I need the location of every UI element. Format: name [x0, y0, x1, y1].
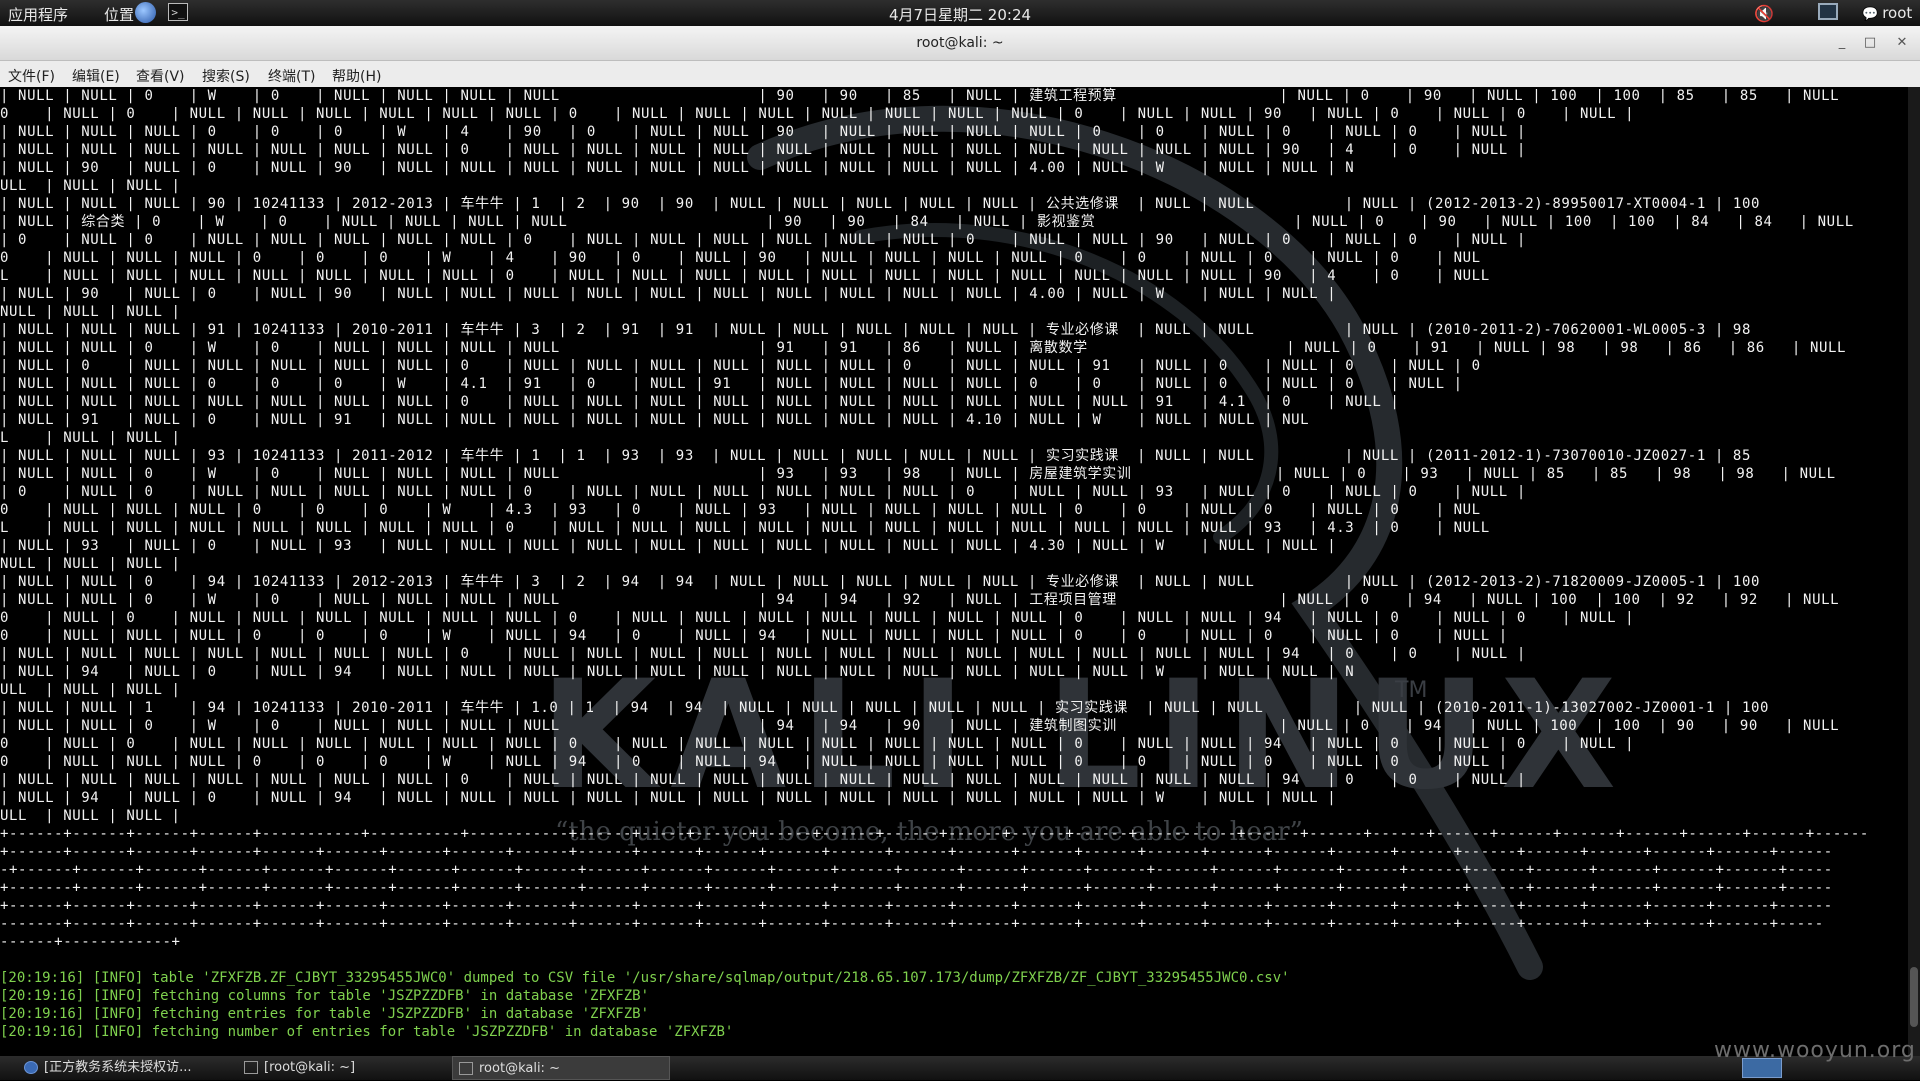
terminal-line: | NULL | 93 | NULL | 0 | NULL | 93 | NUL…	[0, 538, 1337, 554]
terminal-line: L | NULL | NULL |	[0, 430, 181, 446]
task-label: [正方教务系统未授权访...	[44, 1060, 192, 1075]
task-terminal-window-active[interactable]: root@kali: ~	[452, 1056, 670, 1080]
task-terminal-window[interactable]: [root@kali: ~]	[238, 1056, 446, 1080]
terminal-line: | NULL | NULL | NULL | 90 | 10241133 | 2…	[0, 196, 1761, 212]
log-line: [20:19:16] [INFO] table 'ZFXFZB.ZF_CJBYT…	[0, 970, 1290, 986]
sqlmap-dump-output: | NULL | NULL | 0 | W | 0 | NULL | NULL …	[0, 87, 1869, 951]
task-label: [root@kali: ~]	[264, 1060, 356, 1075]
terminal-line: | NULL | NULL | 0 | W | 0 | NULL | NULL …	[0, 718, 1840, 734]
terminal-line: 0 | NULL | NULL | NULL | 0 | 0 | 0 | W |…	[0, 502, 1481, 518]
terminal-line: | 0 | NULL | 0 | NULL | NULL | NULL | NU…	[0, 232, 1526, 248]
chat-bubble-icon: 💬	[1862, 7, 1879, 22]
terminal-line: | NULL | 综合类 | 0 | W | 0 | NULL | NULL |…	[0, 214, 1854, 230]
terminal-line: ------+------------+	[0, 934, 181, 950]
terminal-line: -+------+------+------+------+------+---…	[0, 862, 1833, 878]
terminal-line: | NULL | 0 | NULL | NULL | NULL | NULL |…	[0, 358, 1481, 374]
terminal-line: L | NULL | NULL | NULL | NULL | NULL | N…	[0, 268, 1490, 284]
terminal-scrollbar[interactable]	[1908, 87, 1920, 1056]
menu-terminal[interactable]: 终端(T)	[268, 66, 315, 86]
clock[interactable]: 4月7日星期二 20:24	[889, 6, 1031, 24]
maximize-button[interactable]: □	[1860, 33, 1880, 53]
terminal-line: | NULL | NULL | NULL | NULL | NULL | NUL…	[0, 142, 1526, 158]
terminal-line: | NULL | NULL | 1 | 94 | 10241133 | 2010…	[0, 700, 1770, 716]
log-line: [20:19:16] [INFO] fetching number of ent…	[0, 1024, 734, 1040]
terminal-line: | NULL | NULL | 0 | W | 0 | NULL | NULL …	[0, 592, 1840, 608]
terminal-line: | NULL | 94 | NULL | 0 | NULL | 94 | NUL…	[0, 664, 1355, 680]
terminal-line: | NULL | NULL | NULL | NULL | NULL | NUL…	[0, 394, 1400, 410]
terminal-line: 0 | NULL | 0 | NULL | NULL | NULL | NULL…	[0, 106, 1635, 122]
terminal-line: | NULL | 90 | NULL | 0 | NULL | 90 | NUL…	[0, 286, 1337, 302]
log-line: [20:19:16] [INFO] fetching columns for t…	[0, 988, 650, 1004]
close-button[interactable]: ✕	[1892, 33, 1912, 53]
menu-view[interactable]: 查看(V)	[136, 66, 185, 86]
clock-wrapper: 4月7日星期二 20:24	[0, 4, 1920, 25]
terminal-line: | NULL | NULL | NULL | 93 | 10241133 | 2…	[0, 448, 1751, 464]
terminal-line: 0 | NULL | NULL | NULL | 0 | 0 | 0 | W |…	[0, 754, 1508, 770]
network-icon[interactable]	[1818, 3, 1838, 20]
terminal-line: | NULL | 91 | NULL | 0 | NULL | 91 | NUL…	[0, 412, 1310, 428]
window-title: root@kali: ~	[916, 35, 1004, 51]
terminal-line: NULL | NULL | NULL |	[0, 304, 181, 320]
applications-menu[interactable]: 应用程序	[8, 4, 68, 25]
task-label: root@kali: ~	[479, 1061, 560, 1076]
terminal-line: | NULL | NULL | 0 | 94 | 10241133 | 2012…	[0, 574, 1761, 590]
terminal-icon	[244, 1061, 258, 1074]
terminal-line: | 0 | NULL | 0 | NULL | NULL | NULL | NU…	[0, 484, 1526, 500]
taskbar: [正方教务系统未授权访... [root@kali: ~] root@kali:…	[0, 1056, 1920, 1080]
top-panel: 应用程序 位置 >_ 4月7日星期二 20:24 🔇 💬 root	[0, 0, 1920, 26]
volume-muted-icon[interactable]: 🔇	[1754, 4, 1774, 23]
terminal-line: 0 | NULL | 0 | NULL | NULL | NULL | NULL…	[0, 736, 1635, 752]
scroll-thumb[interactable]	[1910, 967, 1918, 1027]
terminal-line: +------+------+------+------+------+----…	[0, 898, 1833, 914]
terminal-line: ULL | NULL | NULL |	[0, 682, 181, 698]
terminal-line: | NULL | NULL | NULL | 0 | 0 | 0 | W | 4…	[0, 376, 1463, 392]
menu-help[interactable]: 帮助(H)	[332, 66, 381, 86]
log-line: [20:19:16] [INFO] fetching entries for t…	[0, 1006, 650, 1022]
terminal-line: 0 | NULL | 0 | NULL | NULL | NULL | NULL…	[0, 610, 1635, 626]
terminal-line: 0 | NULL | NULL | NULL | 0 | 0 | 0 | W |…	[0, 250, 1481, 266]
menu-search[interactable]: 搜索(S)	[202, 66, 250, 86]
browser-icon[interactable]	[135, 2, 156, 23]
terminal-line: +-------+------+------+------+------+---…	[0, 880, 1833, 896]
window-titlebar[interactable]: root@kali: ~ _ □ ✕	[0, 26, 1920, 61]
menu-file[interactable]: 文件(F)	[8, 66, 55, 86]
terminal-line: ULL | NULL | NULL |	[0, 178, 181, 194]
terminal-line: | NULL | NULL | 0 | W | 0 | NULL | NULL …	[0, 88, 1840, 104]
terminal-line: | NULL | NULL | NULL | 91 | 10241133 | 2…	[0, 322, 1751, 338]
menu-edit[interactable]: 编辑(E)	[72, 66, 120, 86]
places-menu[interactable]: 位置	[104, 4, 134, 25]
terminal-line: | NULL | NULL | NULL | 0 | 0 | 0 | W | 4…	[0, 124, 1526, 140]
terminal-line: 0 | NULL | NULL | NULL | 0 | 0 | 0 | W |…	[0, 628, 1508, 644]
terminal-view[interactable]: KALI LINUX TM “the quieter you become, t…	[0, 87, 1908, 1056]
terminal-line: +------+------+------+------+-----------…	[0, 826, 1869, 842]
sqlmap-log-output: [20:19:16] [INFO] table 'ZFXFZB.ZF_CJBYT…	[0, 969, 1290, 1041]
terminal-line: L | NULL | NULL | NULL | NULL | NULL | N…	[0, 520, 1490, 536]
terminal-line: | NULL | 90 | NULL | 0 | NULL | 90 | NUL…	[0, 160, 1355, 176]
terminal-line: | NULL | 94 | NULL | 0 | NULL | 94 | NUL…	[0, 790, 1337, 806]
terminal-line: | NULL | NULL | 0 | W | 0 | NULL | NULL …	[0, 466, 1836, 482]
browser-icon	[24, 1061, 38, 1074]
terminal-line: ULL | NULL | NULL |	[0, 808, 181, 824]
user-name: root	[1882, 4, 1913, 22]
terminal-line: +------+------+------+------+------+----…	[0, 844, 1833, 860]
terminal-icon	[459, 1062, 473, 1075]
terminal-line: | NULL | NULL | NULL | NULL | NULL | NUL…	[0, 646, 1526, 662]
terminal-line: NULL | NULL | NULL |	[0, 556, 181, 572]
menubar: 文件(F) 编辑(E) 查看(V) 搜索(S) 终端(T) 帮助(H)	[0, 61, 1920, 87]
terminal-line: | NULL | NULL | 0 | W | 0 | NULL | NULL …	[0, 340, 1847, 356]
terminal-icon[interactable]: >_	[168, 3, 188, 21]
terminal-line: -------+------+------+------+------+----…	[0, 916, 1824, 932]
task-browser-window[interactable]: [正方教务系统未授权访...	[18, 1056, 228, 1080]
watermark: www.wooyun.org	[1714, 1038, 1916, 1063]
user-menu[interactable]: 💬 root	[1862, 4, 1912, 22]
minimize-button[interactable]: _	[1832, 33, 1852, 53]
terminal-line: | NULL | NULL | NULL | NULL | NULL | NUL…	[0, 772, 1526, 788]
